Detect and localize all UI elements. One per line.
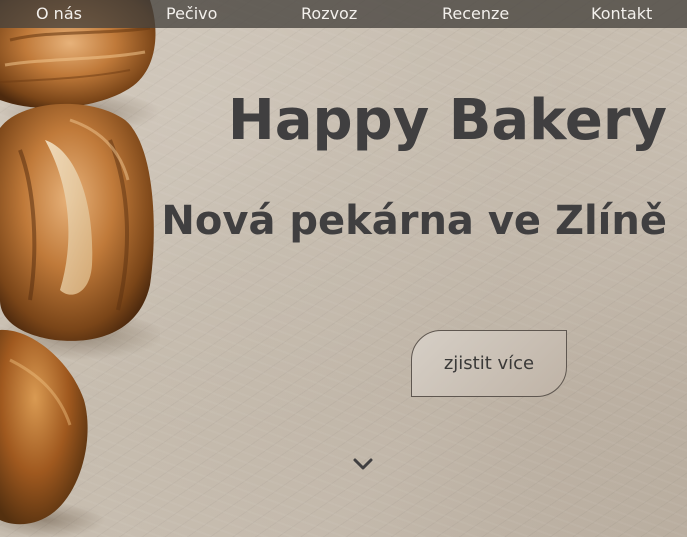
nav-item-recenze[interactable]: Recenze [442,4,509,23]
learn-more-button[interactable]: zjistit více [411,330,567,397]
nav-item-o-nas[interactable]: O nás [36,4,82,23]
nav-item-kontakt[interactable]: Kontakt [591,4,652,23]
hero-subtitle: Nová pekárna ve Zlíně [161,198,667,244]
top-navigation: O nás Pečivo Rozvoz Recenze Kontakt [0,0,687,28]
chevron-down-icon[interactable] [351,456,375,472]
nav-item-pecivo[interactable]: Pečivo [166,4,217,23]
bakery-buns-image [0,0,160,537]
hero-title: Happy Bakery [227,88,667,153]
nav-item-rozvoz[interactable]: Rozvoz [301,4,357,23]
